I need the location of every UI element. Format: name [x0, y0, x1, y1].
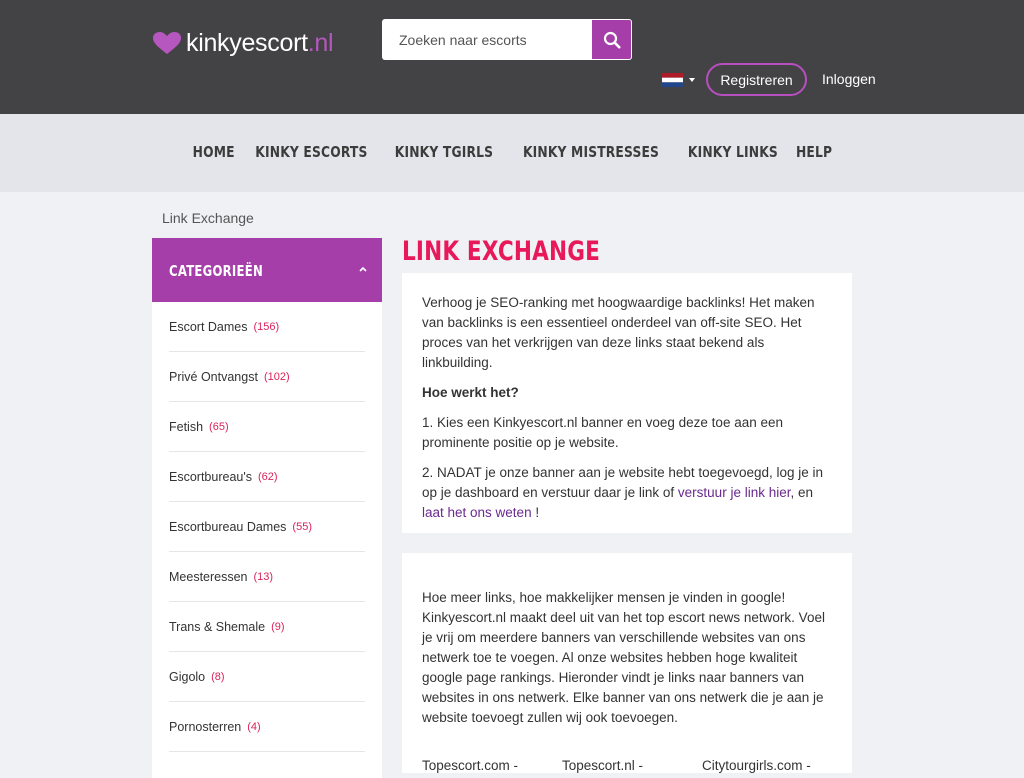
top-header: kinkyescort.nl Registreren Inloggen: [0, 0, 1024, 114]
category-label: Escortbureau Dames: [169, 519, 287, 534]
category-item[interactable]: Gigolo (8): [169, 652, 365, 702]
category-item[interactable]: Pornosterren (4): [169, 702, 365, 752]
how-heading: Hoe werkt het?: [422, 385, 519, 400]
register-button[interactable]: Registreren: [706, 63, 807, 96]
nav-item-kinky-tgirls[interactable]: KINKY TGIRLS: [395, 143, 493, 161]
category-label: Escortbureau's: [169, 469, 252, 484]
sidebar-title: CATEGORIEËN: [169, 262, 263, 280]
category-label: Escort Dames: [169, 319, 248, 334]
nav-item-kinky-links[interactable]: KINKY LINKS: [688, 143, 778, 161]
category-item[interactable]: Escortbureau's (62): [169, 452, 365, 502]
category-count: (62): [257, 470, 278, 483]
category-count: (8): [211, 670, 225, 683]
main-nav: HOME KINKY ESCORTS KINKY TGIRLS KINKY MI…: [0, 114, 1024, 192]
banner-link-topescort-com[interactable]: Topescort.com -: [422, 758, 562, 773]
category-label: Gigolo: [169, 669, 206, 684]
heart-logo-icon: [153, 32, 181, 54]
nav-item-kinky-escorts[interactable]: KINKY ESCORTS: [256, 143, 368, 161]
step-2-suffix: !: [531, 505, 540, 520]
category-label: Fetish: [169, 419, 204, 434]
submit-link[interactable]: verstuur je link hier: [678, 485, 791, 500]
logo-text: kinkyescort.nl: [186, 28, 334, 57]
category-count: (65): [209, 420, 229, 433]
nav-item-help[interactable]: HELP: [796, 143, 832, 161]
category-sidebar: CATEGORIEËN Escort Dames (156) Privé Ontv…: [152, 238, 382, 778]
category-label: Privé Ontvangst: [169, 369, 258, 384]
category-item[interactable]: Escort Dames (156): [169, 302, 365, 352]
category-count: (102): [263, 370, 290, 383]
nav-item-kinky-mistresses[interactable]: KINKY MISTRESSES: [523, 143, 659, 161]
intro-text: Verhoog je SEO-ranking met hoogwaardige …: [422, 295, 815, 370]
banner-link-topescort-nl[interactable]: Topescort.nl -: [562, 758, 702, 773]
category-item[interactable]: Privé Ontvangst (102): [169, 352, 365, 402]
step-1-text: 1. Kies een Kinkyescort.nl banner en voe…: [422, 415, 783, 450]
banner-links: Topescort.com - Topescort.nl - Citytourg…: [422, 758, 842, 773]
intro-card: Verhoog je SEO-ranking met hoogwaardige …: [402, 273, 852, 533]
category-item[interactable]: Fetish (65): [169, 402, 365, 452]
category-label: Meesteressen: [169, 569, 248, 584]
language-selector[interactable]: [662, 73, 695, 87]
search-button[interactable]: [592, 20, 631, 59]
breadcrumb[interactable]: Link Exchange: [162, 210, 254, 226]
category-item[interactable]: Meesteressen (13): [169, 552, 365, 602]
step-2-text: 2. NADAT je onze banner aan je website h…: [422, 463, 832, 523]
page-title: LINK EXCHANGE: [402, 236, 601, 267]
nav-item-home[interactable]: HOME: [193, 143, 235, 161]
login-link[interactable]: Inloggen: [822, 71, 876, 87]
site-logo[interactable]: kinkyescort.nl: [152, 28, 334, 58]
category-count: (156): [253, 320, 280, 333]
network-text: Hoe meer links, hoe makkelijker mensen j…: [422, 590, 825, 725]
category-count: (13): [253, 570, 274, 583]
category-item[interactable]: Escortbureau Dames (55): [169, 502, 365, 552]
network-card: Hoe meer links, hoe makkelijker mensen j…: [402, 553, 852, 773]
category-count: (9): [271, 620, 285, 633]
search-input[interactable]: [382, 19, 592, 60]
category-count: (4): [247, 720, 261, 733]
netherlands-flag-icon: [662, 73, 683, 87]
search-icon: [603, 31, 621, 49]
category-label: Trans & Shemale: [169, 619, 266, 634]
category-item[interactable]: Trans & Shemale (9): [169, 602, 365, 652]
sidebar-header[interactable]: CATEGORIEËN: [152, 238, 382, 302]
banner-link-citytourgirls[interactable]: Citytourgirls.com -: [702, 758, 842, 773]
category-list: Escort Dames (156) Privé Ontvangst (102) F…: [152, 302, 382, 752]
step-2-middle: , en: [790, 485, 814, 500]
category-label: Pornosterren: [169, 719, 242, 734]
contact-link[interactable]: laat het ons weten: [422, 505, 532, 520]
chevron-up-icon[interactable]: [358, 264, 368, 274]
category-count: (55): [292, 520, 312, 533]
chevron-down-icon: [689, 78, 695, 82]
